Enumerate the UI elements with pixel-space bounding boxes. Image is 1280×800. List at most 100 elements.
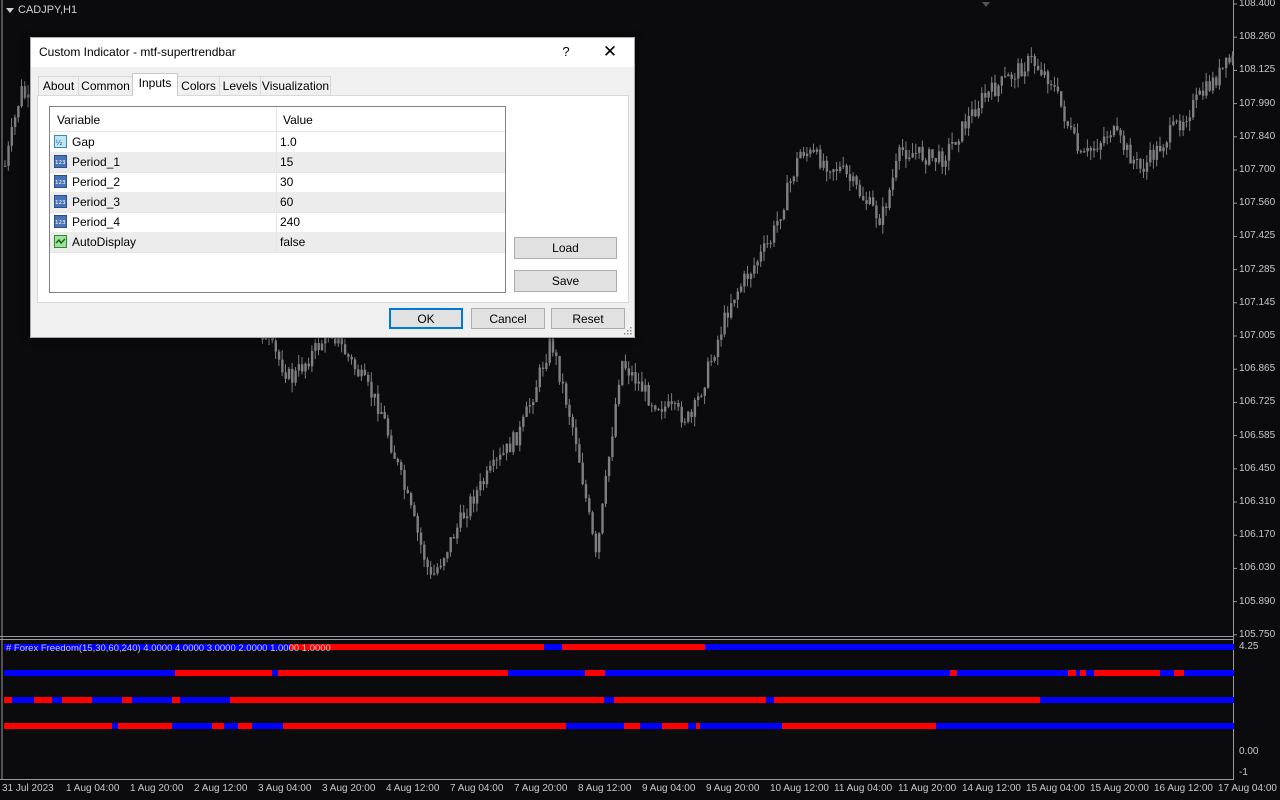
- candle-body: [320, 343, 324, 351]
- candle-body: [617, 384, 621, 405]
- candle-body: [677, 403, 680, 407]
- candle-body: [1149, 149, 1152, 163]
- trend-bar-segment-row-3: [230, 697, 604, 703]
- candle-body: [314, 342, 317, 351]
- candle-body: [871, 197, 875, 206]
- svg-text:½: ½: [56, 139, 63, 147]
- candle-body: [1116, 126, 1119, 131]
- candle-body: [987, 91, 990, 98]
- candle-body: [535, 387, 538, 403]
- help-button[interactable]: ?: [559, 42, 573, 62]
- candle-body: [921, 146, 924, 161]
- dropdown-triangle-icon[interactable]: [6, 7, 14, 13]
- candle-body: [885, 206, 888, 208]
- trend-bar-segment-row-4: [4, 723, 112, 729]
- ok-button[interactable]: OK: [389, 308, 463, 329]
- variable-value[interactable]: 1.0: [280, 135, 297, 149]
- candle-body: [528, 405, 532, 407]
- candle-body: [1089, 147, 1093, 151]
- candle-body: [937, 151, 941, 163]
- variable-name: Period_3: [72, 195, 121, 209]
- candle-body: [769, 242, 772, 244]
- candle-body: [334, 337, 337, 344]
- tab-about[interactable]: About: [38, 76, 79, 95]
- variable-value[interactable]: 30: [280, 175, 293, 189]
- candle-body: [654, 405, 657, 410]
- load-button[interactable]: Load: [514, 237, 617, 259]
- candle-body: [495, 459, 499, 461]
- candle-body: [1050, 84, 1053, 86]
- price-tick-label: 107.840: [1239, 130, 1276, 142]
- candle-body: [337, 337, 340, 344]
- candle-body: [1215, 77, 1218, 86]
- candle-body: [1132, 159, 1135, 164]
- time-tick-label: 15 Aug 04:00: [1026, 783, 1085, 794]
- dialog-titlebar[interactable]: Custom Indicator - mtf-supertrendbar ? ✕: [31, 38, 634, 67]
- candle-body: [776, 220, 779, 226]
- variable-value[interactable]: 60: [280, 195, 293, 209]
- candle-body: [373, 393, 376, 398]
- tab-common[interactable]: Common: [78, 76, 133, 95]
- variable-value[interactable]: 240: [280, 215, 300, 229]
- candle-body: [640, 381, 644, 392]
- candle-body: [1145, 162, 1149, 172]
- candle-body: [891, 177, 895, 190]
- candle-body: [822, 160, 825, 168]
- candle-body: [419, 532, 423, 545]
- variable-name: Period_4: [72, 215, 121, 229]
- candle-body: [1159, 145, 1162, 152]
- candle-body: [287, 368, 291, 379]
- candle-body: [1017, 63, 1020, 79]
- tab-inputs[interactable]: Inputs: [132, 73, 178, 96]
- trend-bar-segment-row-4: [782, 723, 936, 729]
- input-row-period-4[interactable]: 123 Period_4 240: [50, 212, 505, 233]
- candle-body: [994, 82, 997, 97]
- resize-grip-icon[interactable]: [624, 327, 632, 335]
- close-button[interactable]: ✕: [599, 40, 621, 64]
- tab-levels[interactable]: Levels: [219, 76, 261, 95]
- input-row-autodisplay[interactable]: AutoDisplay false: [50, 232, 505, 253]
- price-tick-label: 106.450: [1239, 462, 1276, 474]
- cancel-button[interactable]: Cancel: [471, 308, 545, 329]
- time-tick-label: 8 Aug 12:00: [578, 783, 632, 794]
- candle-body: [297, 364, 301, 371]
- variable-value[interactable]: false: [280, 235, 305, 249]
- tab-visualization[interactable]: Visualization: [260, 76, 331, 95]
- trend-bar-segment-row-2: [278, 670, 508, 676]
- candle-body: [1086, 147, 1089, 152]
- trend-bar-segment-row-4: [696, 723, 700, 729]
- candle-body: [739, 286, 743, 292]
- candle-body: [591, 512, 594, 534]
- custom-indicator-dialog: Custom Indicator - mtf-supertrendbar ? ✕…: [30, 37, 635, 338]
- reset-button[interactable]: Reset: [551, 308, 625, 329]
- candle-body: [310, 350, 314, 367]
- trend-bar-segment-row-4: [112, 723, 118, 729]
- trend-bar-segment-row-3: [122, 697, 132, 703]
- variable-value[interactable]: 15: [280, 155, 293, 169]
- input-row-period-3[interactable]: 123 Period_3 60: [50, 192, 505, 213]
- candle-body: [904, 150, 908, 160]
- candle-body: [720, 334, 723, 340]
- save-button[interactable]: Save: [514, 270, 617, 292]
- candle-body: [584, 484, 588, 499]
- price-tick-label: 106.030: [1239, 562, 1276, 574]
- candle-body: [17, 106, 20, 118]
- input-row-gap[interactable]: ½ Gap 1.0: [50, 132, 505, 153]
- input-row-period-1[interactable]: 123 Period_1 15: [50, 152, 505, 173]
- candle-body: [954, 142, 957, 145]
- input-row-period-2[interactable]: 123 Period_2 30: [50, 172, 505, 193]
- time-tick-label: 10 Aug 12:00: [770, 783, 829, 794]
- candle-body: [1079, 151, 1083, 153]
- variable-column-header[interactable]: Variable: [57, 113, 100, 127]
- variable-name: AutoDisplay: [72, 235, 137, 249]
- price-tick-label: 107.560: [1239, 197, 1276, 209]
- tab-colors[interactable]: Colors: [177, 76, 220, 95]
- inputs-grid[interactable]: Variable Value ½ Gap 1.0 123 Period_1 15…: [49, 106, 506, 293]
- trend-bar-segment-row-2: [175, 670, 272, 676]
- candle-body: [858, 184, 862, 197]
- candle-body: [492, 459, 495, 466]
- candle-body: [1162, 147, 1165, 152]
- candle-body: [380, 411, 383, 414]
- value-column-header[interactable]: Value: [283, 113, 313, 127]
- candle-body: [693, 399, 697, 417]
